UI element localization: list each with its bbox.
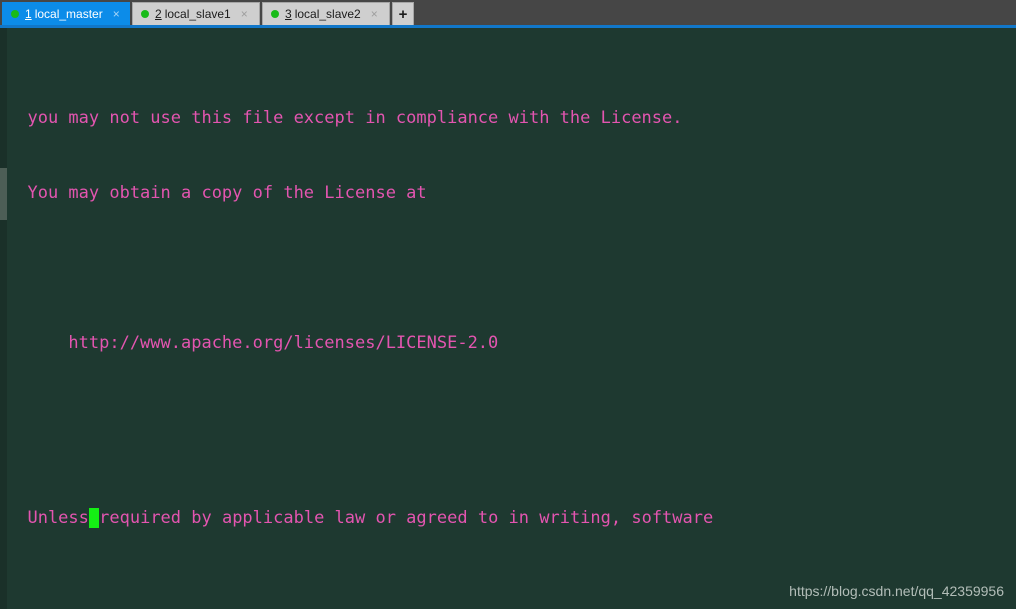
license-text: you may not use this file except in comp…: [7, 108, 683, 128]
tab-local-slave2[interactable]: 3 local_slave2 ×: [262, 2, 390, 26]
new-tab-button[interactable]: +: [392, 2, 414, 26]
connection-status-dot-icon: [141, 10, 149, 18]
license-text: required by applicable law or agreed to …: [99, 508, 714, 528]
code-line: http://www.apache.org/licenses/LICENSE-2…: [7, 331, 1016, 356]
text-cursor: [88, 508, 100, 528]
watermark: https://blog.csdn.net/qq_42359956: [789, 583, 1004, 599]
license-text: You may obtain a copy of the License at: [7, 183, 427, 203]
vertical-scrollbar[interactable]: [0, 28, 7, 609]
connection-status-dot-icon: [271, 10, 279, 18]
close-icon[interactable]: ×: [241, 8, 248, 20]
code-line: you may not use this file except in comp…: [7, 106, 1016, 131]
code-line: You may obtain a copy of the License at: [7, 181, 1016, 206]
tab-title: local_slave2: [294, 7, 361, 21]
scrollbar-thumb[interactable]: [0, 168, 7, 220]
tab-bar: 1 local_master × 2 local_slave1 × 3 loca…: [0, 0, 1016, 28]
terminal-pane[interactable]: you may not use this file except in comp…: [0, 28, 1016, 609]
tab-number: 1: [25, 7, 32, 21]
close-icon[interactable]: ×: [371, 8, 378, 20]
tab-title: local_slave1: [164, 7, 231, 21]
editor-content[interactable]: you may not use this file except in comp…: [7, 31, 1016, 609]
tab-number: 3: [285, 7, 292, 21]
tab-local-slave1[interactable]: 2 local_slave1 ×: [132, 2, 260, 26]
close-icon[interactable]: ×: [113, 8, 120, 20]
tab-number: 2: [155, 7, 162, 21]
license-text: Unless: [7, 508, 89, 528]
code-line-with-cursor: Unless required by applicable law or agr…: [7, 506, 1016, 531]
tab-title: local_master: [34, 7, 103, 21]
license-url: http://www.apache.org/licenses/LICENSE-2…: [7, 333, 499, 353]
tab-local-master[interactable]: 1 local_master ×: [2, 2, 130, 26]
connection-status-dot-icon: [11, 10, 19, 18]
